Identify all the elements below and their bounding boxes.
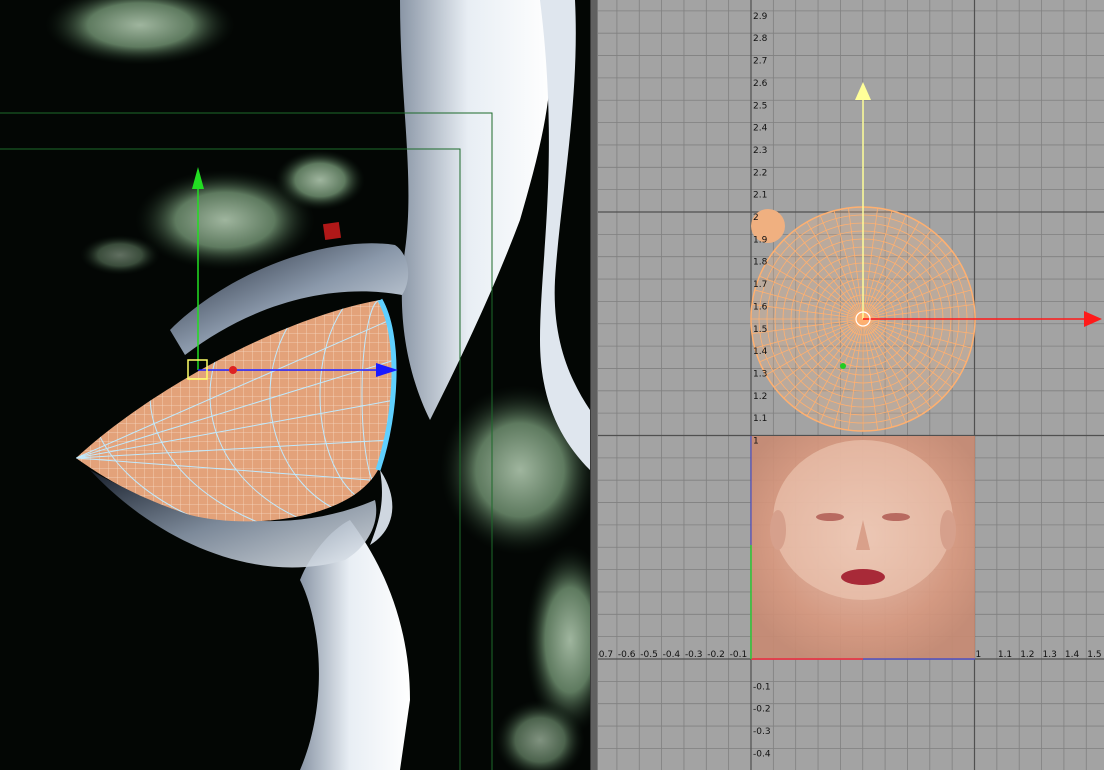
v-tick-label: 1.8 [753,258,768,268]
u-tick-label: -0.3 [685,650,703,660]
v-tick-label: 1 [753,437,759,447]
v-tick-label: -0.1 [753,682,771,692]
pivot-icon[interactable] [229,366,237,374]
u-tick-label: -0.2 [707,650,725,660]
u-tick-label: 1.2 [1020,650,1034,660]
v-tick-label: 1.2 [753,392,767,402]
u-tick-label: -0.4 [663,650,681,660]
texture-left-ear [770,510,786,550]
v-tick-label: 2.9 [753,12,768,22]
v-tick-label: 2.2 [753,168,767,178]
application-window: -0.7 -0.6 -0.5 -0.4 -0.3 -0.2 -0.1 1 1.1 1.2 1.3 1.… [0,0,1104,770]
panel-splitter[interactable] [590,0,598,770]
texture-right-ear [940,510,956,550]
texture-left-eye [816,513,844,521]
u-tick-label: 1.1 [998,650,1012,660]
texture-lips [841,569,885,585]
u-tick-label: 1.3 [1043,650,1057,660]
v-tick-label: 2.4 [753,124,768,134]
v-tick-label: 1.3 [753,369,767,379]
v-tick-label: 2.3 [753,146,767,156]
uv-pivot-icon[interactable] [840,363,846,369]
v-tick-label: 1.4 [753,347,768,357]
texture-tile [751,436,975,659]
v-tick-label: -0.2 [753,705,771,715]
locator-cube[interactable] [322,221,342,241]
v-tick-label: 1.7 [753,280,767,290]
u-tick-label: -0.7 [598,650,613,660]
v-tick-label: 1.5 [753,325,767,335]
v-tick-label: 2.5 [753,101,767,111]
uv-texture-editor[interactable]: -0.7 -0.6 -0.5 -0.4 -0.3 -0.2 -0.1 1 1.1 1.2 1.3 1.… [598,0,1104,770]
u-tick-label: 1 [976,650,982,660]
v-tick-label: 2.7 [753,57,767,67]
v-tick-label: -0.3 [753,727,771,737]
v-tick-label: 1.9 [753,235,768,245]
v-tick-label: 2.8 [753,34,768,44]
u-tick-label: 1.4 [1065,650,1080,660]
uv-canvas[interactable]: -0.7 -0.6 -0.5 -0.4 -0.3 -0.2 -0.1 1 1.1 1.2 1.3 1.… [598,0,1104,770]
v-tick-label: 2 [753,213,759,223]
v-tick-label: -0.4 [753,749,771,759]
texture-right-eye [882,513,910,521]
u-tick-label: 1.5 [1087,650,1101,660]
u-tick-label: -0.1 [730,650,748,660]
v-tick-label: 2.1 [753,191,767,201]
viewport-canvas[interactable] [0,0,590,770]
u-tick-label: -0.5 [640,650,658,660]
v-tick-label: 1.1 [753,414,767,424]
v-tick-label: 2.6 [753,79,768,89]
perspective-viewport[interactable] [0,0,590,770]
v-tick-label: 1.6 [753,302,768,312]
u-tick-label: -0.6 [618,650,636,660]
